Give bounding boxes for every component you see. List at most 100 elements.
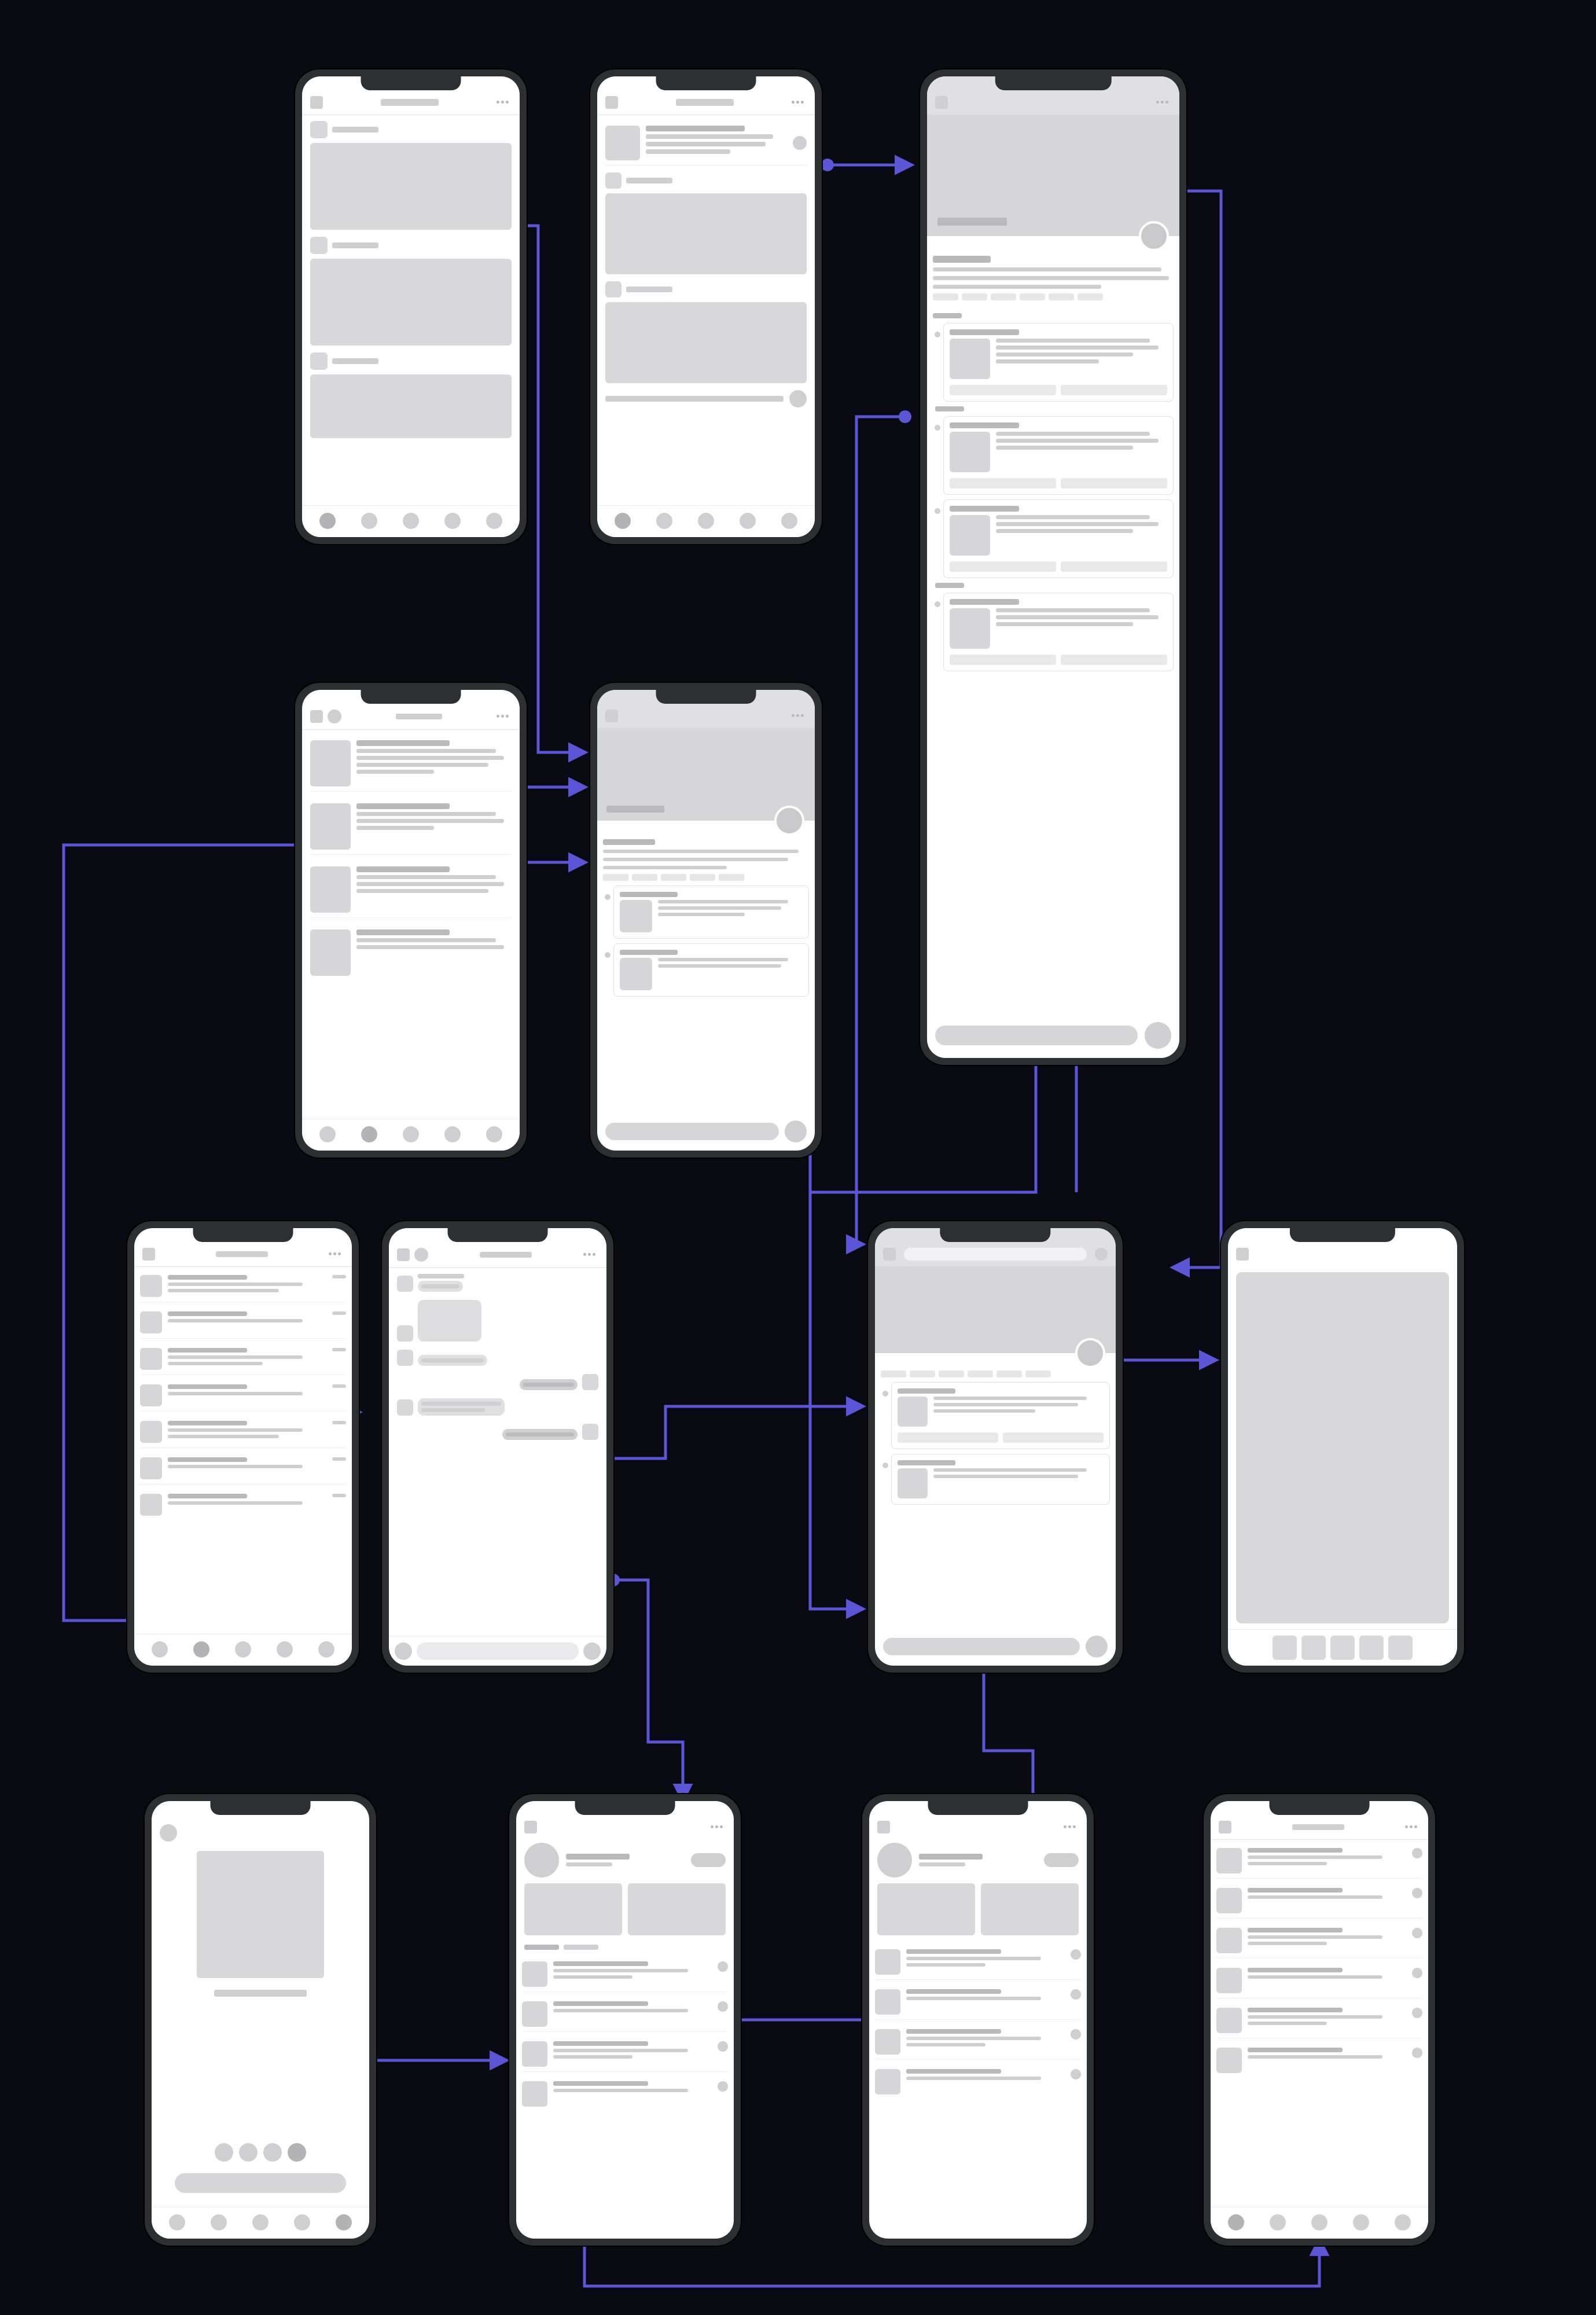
tag[interactable] xyxy=(939,1370,964,1377)
screen-user-profile-a[interactable] xyxy=(509,1794,741,2246)
screen-home-feed[interactable] xyxy=(295,69,527,544)
more-icon[interactable] xyxy=(329,1252,344,1256)
row-action-icon[interactable] xyxy=(718,1961,728,1972)
screen-onboarding[interactable] xyxy=(145,1794,376,2246)
row-action-icon[interactable] xyxy=(718,2041,728,2052)
more-icon[interactable] xyxy=(497,715,512,718)
header-avatar-icon[interactable] xyxy=(328,710,341,723)
timeline-card[interactable] xyxy=(891,1382,1110,1449)
feed-card[interactable] xyxy=(605,172,807,274)
card-button[interactable] xyxy=(1061,478,1167,488)
stat-card[interactable] xyxy=(877,1883,975,1935)
conversation-row[interactable] xyxy=(140,1343,346,1375)
tab-3[interactable] xyxy=(698,513,714,529)
tab-4[interactable] xyxy=(294,2214,310,2231)
more-icon[interactable] xyxy=(1156,101,1171,104)
tab-2[interactable] xyxy=(361,1126,377,1142)
page-dot[interactable] xyxy=(239,2143,258,2162)
stat-card[interactable] xyxy=(628,1883,726,1935)
primary-pill-button[interactable] xyxy=(605,1123,779,1140)
tab-4[interactable] xyxy=(444,513,461,529)
tab-3[interactable] xyxy=(1311,2214,1327,2231)
send-icon[interactable] xyxy=(583,1642,601,1660)
tag[interactable] xyxy=(968,1370,993,1377)
timeline-card[interactable] xyxy=(613,943,809,997)
menu-icon[interactable] xyxy=(142,1248,155,1261)
preview-area[interactable] xyxy=(1236,1272,1449,1623)
tag[interactable] xyxy=(1049,293,1074,300)
tag[interactable] xyxy=(881,1370,906,1377)
tab-1[interactable] xyxy=(1228,2214,1244,2231)
menu-icon[interactable] xyxy=(1219,1821,1231,1833)
screen-inbox[interactable] xyxy=(127,1221,359,1673)
timeline-card[interactable] xyxy=(613,885,809,939)
post-row[interactable] xyxy=(310,862,512,918)
profile-avatar[interactable] xyxy=(1139,221,1169,251)
row-action-icon[interactable] xyxy=(1412,2048,1422,2058)
more-icon[interactable] xyxy=(711,1825,726,1829)
screen-feed-detail[interactable] xyxy=(590,69,822,544)
screen-my-profile[interactable] xyxy=(295,683,527,1158)
back-icon[interactable] xyxy=(883,1248,896,1261)
tab[interactable] xyxy=(564,1945,598,1950)
tab-3[interactable] xyxy=(403,1126,419,1142)
back-icon[interactable] xyxy=(397,1248,410,1261)
back-icon[interactable] xyxy=(877,1821,890,1833)
row-action-icon[interactable] xyxy=(718,2001,728,2012)
conversation-row[interactable] xyxy=(140,1489,346,1520)
tab-4[interactable] xyxy=(740,513,756,529)
timeline-card[interactable] xyxy=(943,416,1174,495)
row-action-icon[interactable] xyxy=(1412,1928,1422,1938)
screen-profile-timeline-short[interactable] xyxy=(590,683,822,1158)
item-row[interactable] xyxy=(875,1945,1081,1980)
header-action-icon[interactable] xyxy=(1095,1248,1108,1261)
post-row[interactable] xyxy=(605,121,807,166)
tag[interactable] xyxy=(933,293,958,300)
card-button[interactable] xyxy=(950,561,1056,572)
tag[interactable] xyxy=(661,874,686,881)
tab-1[interactable] xyxy=(169,2214,185,2231)
profile-avatar[interactable] xyxy=(877,1843,912,1877)
item-row[interactable] xyxy=(875,1985,1081,2020)
thumbnail[interactable] xyxy=(1388,1636,1413,1660)
card-button[interactable] xyxy=(1061,561,1167,572)
attach-icon[interactable] xyxy=(395,1642,412,1660)
footer-avatar-icon[interactable] xyxy=(789,390,807,407)
fab-icon[interactable] xyxy=(785,1120,807,1142)
back-icon[interactable] xyxy=(605,710,618,722)
feed-card[interactable] xyxy=(605,281,807,383)
close-icon[interactable] xyxy=(1236,1248,1249,1261)
tab-5[interactable] xyxy=(1395,2214,1411,2231)
profile-avatar[interactable] xyxy=(1075,1338,1105,1368)
item-row[interactable] xyxy=(1216,1923,1422,1958)
row-action-icon[interactable] xyxy=(718,2081,728,2092)
tag[interactable] xyxy=(603,874,628,881)
post-row[interactable] xyxy=(310,799,512,855)
conversation-row[interactable] xyxy=(140,1380,346,1412)
tab-4[interactable] xyxy=(444,1126,461,1142)
follow-button[interactable] xyxy=(1044,1853,1079,1867)
conversation-row[interactable] xyxy=(140,1307,346,1339)
timeline-card[interactable] xyxy=(943,323,1174,402)
thumbnail[interactable] xyxy=(1359,1636,1384,1660)
row-action-icon[interactable] xyxy=(1071,2069,1081,2079)
screen-profile-compact[interactable] xyxy=(868,1221,1123,1673)
tag[interactable] xyxy=(910,1370,935,1377)
tab-home[interactable] xyxy=(319,513,336,529)
timeline-card[interactable] xyxy=(943,593,1174,671)
screen-media-picker[interactable] xyxy=(1221,1221,1464,1673)
row-action-icon[interactable] xyxy=(1412,2008,1422,2018)
card-button[interactable] xyxy=(898,1432,998,1443)
row-action-icon[interactable] xyxy=(1412,1968,1422,1978)
profile-avatar[interactable] xyxy=(774,806,804,836)
card-button[interactable] xyxy=(950,655,1056,665)
thumbnail[interactable] xyxy=(1273,1636,1297,1660)
card-button[interactable] xyxy=(1003,1432,1104,1443)
profile-avatar[interactable] xyxy=(524,1843,559,1877)
tab-5[interactable] xyxy=(781,513,797,529)
tag[interactable] xyxy=(1020,293,1045,300)
tag[interactable] xyxy=(719,874,744,881)
conversation-row[interactable] xyxy=(140,1416,346,1448)
item-row[interactable] xyxy=(1216,1883,1422,1919)
timeline-card[interactable] xyxy=(891,1454,1110,1505)
